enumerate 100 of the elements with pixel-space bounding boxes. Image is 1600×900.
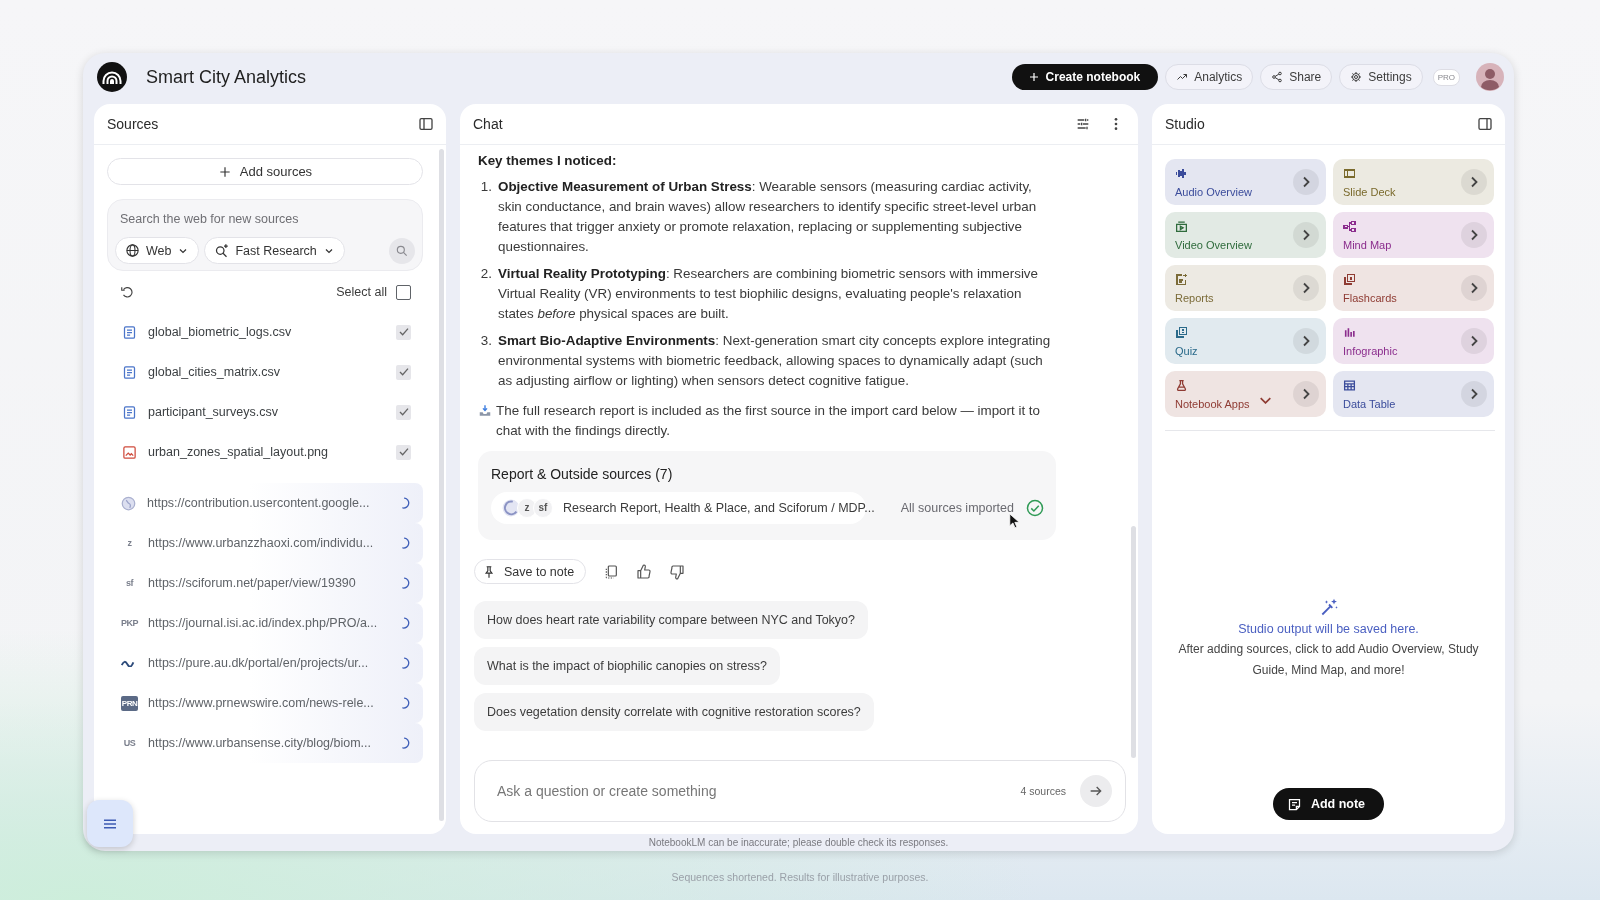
chat-input-box[interactable]: Ask a question or create something 4 sources (474, 760, 1126, 822)
source-url[interactable]: https://contribution.usercontent.google... (147, 496, 397, 510)
answer-point: Virtual Reality Prototyping: Researchers are combining biometric sensors with immersive Virtual Reality (VR) environments to test biophilic designs, evaluating people's relaxation states before physical spaces are built. (498, 265, 1039, 323)
source-url[interactable]: https://sciforum.net/paper/view/19390 (148, 576, 397, 590)
import-status: All sources imported (900, 500, 1014, 517)
source-url[interactable]: https://journal.isi.ac.id/index.php/PRO/a... (148, 616, 397, 630)
checkbox[interactable] (396, 364, 411, 380)
source-url[interactable]: https://pure.au.dk/portal/en/projects/ur... (148, 656, 397, 670)
site-logo: z (126, 538, 133, 548)
studio-tile[interactable]: Audio Overview (1165, 159, 1326, 205)
note-icon (1286, 796, 1302, 812)
panel-toggle-icon[interactable] (1477, 116, 1493, 132)
image-icon (122, 444, 137, 460)
list-number: 1. (479, 178, 492, 196)
settings-icon (1350, 71, 1363, 83)
studio-tile[interactable]: Notebook Apps (1165, 371, 1326, 417)
source-count: 4 sources (1020, 785, 1066, 797)
search-sparkle-icon (214, 243, 230, 258)
chevron-right-icon[interactable] (1293, 275, 1319, 301)
import-card-title: Report & Outside sources (7) (491, 465, 674, 483)
copy-icon[interactable] (603, 563, 620, 580)
check-icon (398, 408, 409, 416)
source-name[interactable]: global_cities_matrix.csv (148, 365, 396, 379)
plus-icon (1027, 71, 1040, 83)
site-logo: PRN (121, 695, 138, 711)
answer-heading: Key themes I noticed: (478, 152, 618, 170)
panel-toggle-icon[interactable] (418, 116, 434, 132)
suggested-question[interactable]: Does vegetation density correlate with cognitive restoration scores? (474, 693, 874, 731)
app-logo-icon[interactable] (97, 62, 127, 92)
chevron-right-icon[interactable] (1461, 222, 1487, 248)
chevron-right-icon[interactable] (1293, 222, 1319, 248)
chevron-right-icon[interactable] (1293, 328, 1319, 354)
add-note-button[interactable]: Add note (1272, 788, 1385, 820)
avatar-icon[interactable] (1476, 63, 1504, 91)
share-button[interactable]: Share (1260, 64, 1333, 90)
checkbox[interactable] (396, 324, 411, 340)
search-field[interactable]: Search the web for new sources (115, 209, 415, 229)
create-notebook-button[interactable]: Create notebook (1011, 64, 1159, 90)
answer-point: Objective Measurement of Urban Stress: Wearable sensors (measuring cardiac activity, skin conductance, and brain waves) allow researchers to identify specific street-level urban features that trigger anxiety or promote relaxation, replacing or supplementing subjective questionnaires. (498, 178, 1038, 256)
analytics-button[interactable]: Analytics (1165, 64, 1254, 90)
chevron-right-icon[interactable] (1461, 381, 1487, 407)
disclaimer-text: NotebookLM can be inaccurate; please double check its responses. (647, 836, 950, 850)
refresh-icon[interactable] (120, 285, 134, 299)
web-dropdown[interactable]: Web (115, 237, 200, 264)
search-button[interactable] (389, 237, 415, 264)
question-field[interactable]: Ask a question or create something (495, 782, 1021, 800)
panel-title: Chat (473, 116, 503, 132)
sliders-icon[interactable] (1075, 116, 1091, 132)
plan-badge: PRO (1432, 68, 1460, 86)
document-icon (122, 364, 137, 380)
thumbs-down-icon[interactable] (669, 563, 686, 580)
chevron-right-icon[interactable] (1461, 169, 1487, 195)
share-icon (1271, 71, 1284, 83)
menu-button[interactable] (87, 800, 133, 847)
document-icon (122, 324, 137, 340)
wave-icon (121, 659, 137, 667)
empty-state-text: After adding sources, click to add Audio Overview, Study Guide, Mind Map, and more! (1177, 641, 1480, 679)
checkbox[interactable] (396, 444, 411, 460)
source-name[interactable]: global_biometric_logs.csv (148, 325, 396, 339)
source-name[interactable]: urban_zones_spatial_layout.png (148, 445, 396, 459)
studio-tile[interactable]: Video Overview (1165, 212, 1326, 258)
send-button[interactable] (1080, 775, 1112, 807)
suggested-question[interactable]: What is the impact of biophilic canopies on stress? (474, 647, 780, 685)
studio-tile[interactable]: Flashcards (1333, 265, 1494, 311)
suggested-question[interactable]: How does heart rate variability compare between NYC and Tokyo? (474, 601, 869, 639)
settings-button[interactable]: Settings (1339, 64, 1423, 90)
source-url[interactable]: https://www.prnewswire.com/news-rele... (148, 696, 397, 710)
checkbox[interactable] (396, 284, 411, 300)
checkbox[interactable] (396, 404, 411, 420)
studio-tile[interactable]: Infographic (1333, 318, 1494, 364)
thumbs-up-icon[interactable] (636, 563, 653, 580)
studio-tile[interactable]: Reports (1165, 265, 1326, 311)
studio-tile[interactable]: Slide Deck (1333, 159, 1494, 205)
source-url[interactable]: https://www.urbansense.city/blog/biom... (148, 736, 397, 750)
studio-tile[interactable]: Data Table (1333, 371, 1494, 417)
scrollbar[interactable] (1131, 526, 1136, 758)
chevron-right-icon[interactable] (1293, 381, 1319, 407)
research-mode-dropdown[interactable]: Fast Research (204, 237, 345, 264)
plus-icon (217, 164, 232, 179)
list-number: 3. (479, 332, 492, 350)
check-icon (398, 328, 409, 336)
inbox-tray-icon (478, 404, 492, 418)
panel-title: Sources (107, 116, 159, 132)
web-search-box[interactable]: Search the web for new sources Web Fast Research (107, 199, 423, 271)
studio-tile[interactable]: Mind Map (1333, 212, 1494, 258)
chevron-right-icon[interactable] (1461, 275, 1487, 301)
source-url[interactable]: https://www.urbanzzhaoxi.com/individu... (148, 536, 397, 550)
source-summary: Research Report, Health & Place, and Sciforum / MDP... (563, 500, 875, 517)
search-icon (395, 243, 409, 258)
studio-tile[interactable]: Quiz (1165, 318, 1326, 364)
chevron-right-icon[interactable] (1461, 328, 1487, 354)
source-name[interactable]: participant_surveys.csv (148, 405, 396, 419)
answer-point: Smart Bio-Adaptive Environments: Next-generation smart city concepts explore integrating environmental systems with biometric feedback, allowing spaces to dynamically adapt (such as adjusting airflow or lighting) when sensors detect cognitive fatigue. (498, 332, 1052, 390)
mouse-cursor-icon (1009, 513, 1020, 529)
caret-icon[interactable] (1260, 396, 1271, 404)
check-icon (398, 368, 409, 376)
globe-icon (501, 498, 521, 518)
chevron-right-icon[interactable] (1293, 169, 1319, 195)
scrollbar[interactable] (439, 149, 444, 821)
list-number: 2. (479, 265, 492, 283)
